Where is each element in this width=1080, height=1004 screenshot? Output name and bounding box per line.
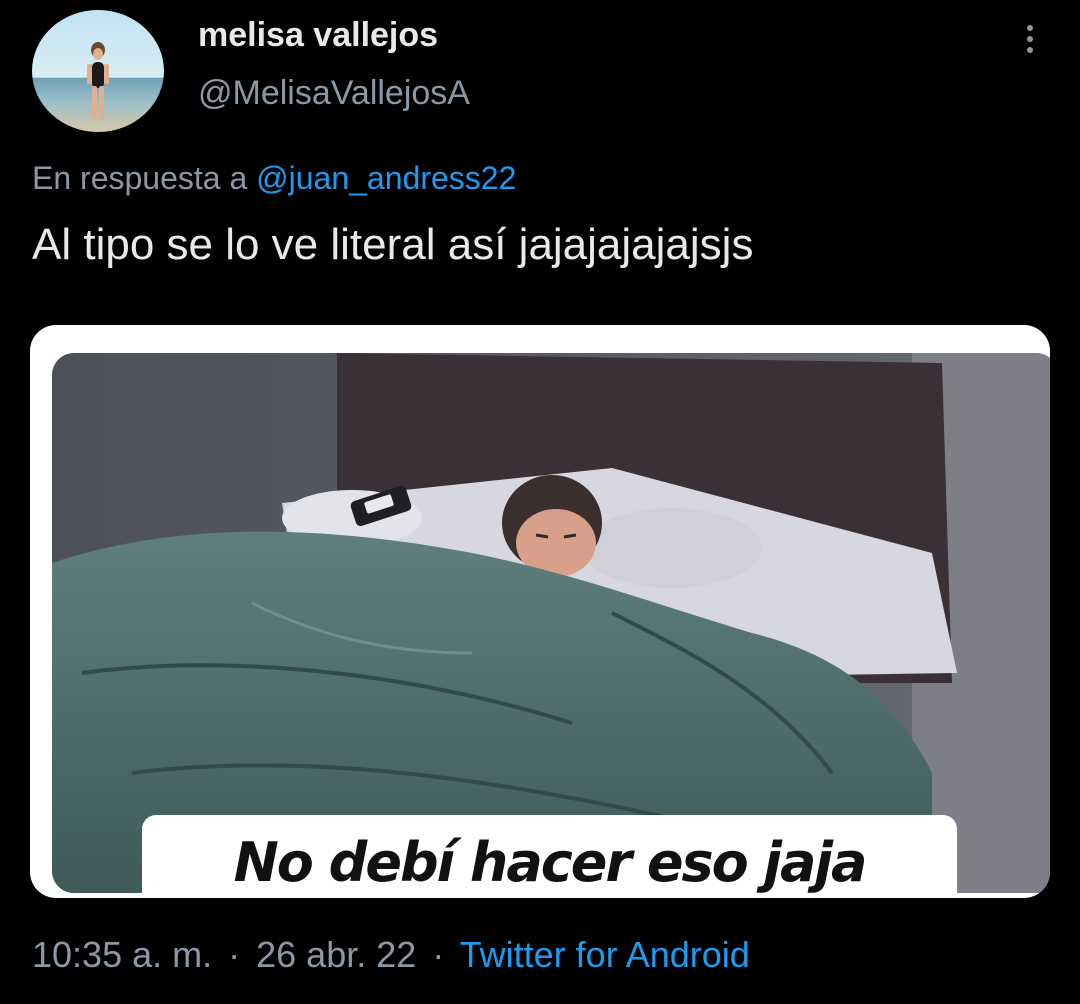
author-display-name[interactable]: melisa vallejos: [198, 16, 438, 55]
meme-caption: No debí hacer eso jaja: [233, 831, 868, 893]
reply-context: En respuesta a @juan_andress22: [32, 160, 516, 197]
tweet-meta: 10:35 a. m. · 26 abr. 22 · Twitter for A…: [32, 934, 750, 976]
author-handle[interactable]: @MelisaVallejosA: [198, 74, 470, 113]
more-vertical-icon: [1027, 25, 1033, 53]
tweet-text: Al tipo se lo ve literal así jajajajajaj…: [32, 220, 754, 269]
meme-illustration: [52, 353, 1050, 893]
tweet-time[interactable]: 10:35 a. m.: [32, 934, 212, 975]
tweet-source-link[interactable]: Twitter for Android: [460, 934, 750, 975]
media-image: No debí hacer eso jaja: [52, 353, 1050, 893]
meme-caption-box: No debí hacer eso jaja: [142, 815, 957, 893]
reply-prefix: En respuesta a: [32, 160, 248, 196]
more-options-button[interactable]: [1010, 20, 1050, 60]
avatar[interactable]: [32, 10, 164, 132]
meta-separator: ·: [432, 934, 445, 975]
tweet-date[interactable]: 26 abr. 22: [256, 934, 416, 975]
tweet-media[interactable]: No debí hacer eso jaja: [30, 325, 1050, 898]
meta-separator: ·: [228, 934, 241, 975]
reply-to-mention[interactable]: @juan_andress22: [256, 160, 516, 196]
